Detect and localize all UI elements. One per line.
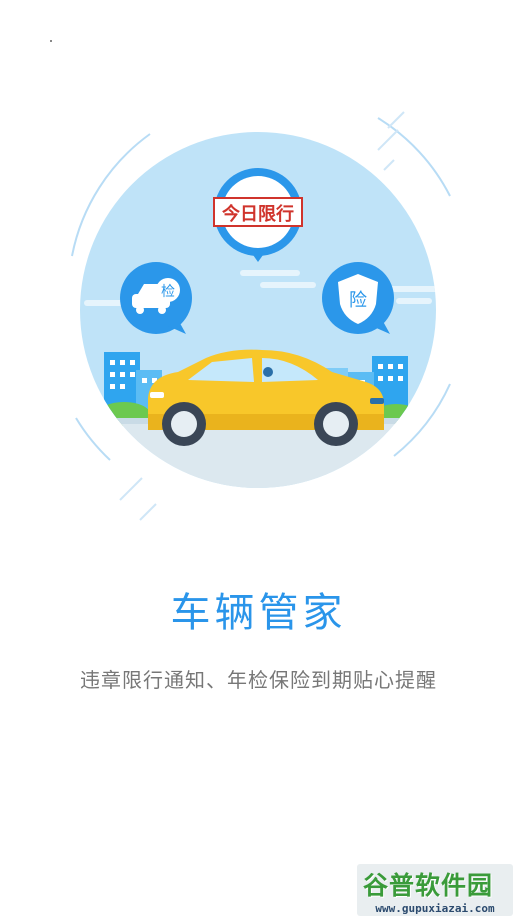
inspection-label: 检 bbox=[161, 284, 175, 300]
watermark: 谷普软件园 www.gupuxiazai.com bbox=[357, 864, 513, 916]
watermark-brand: 谷普软件园 bbox=[363, 871, 494, 900]
bubble-insurance: 险 bbox=[322, 262, 394, 334]
road bbox=[80, 420, 436, 488]
insurance-label: 险 bbox=[349, 290, 367, 311]
car-illustration: 今日限行 检 险 bbox=[71, 111, 451, 521]
bubble-restriction-text: 今日限行 bbox=[222, 203, 294, 225]
watermark-url: www.gupuxiazai.com bbox=[375, 902, 495, 915]
bubble-inspection: 检 bbox=[120, 262, 192, 334]
page-subtitle: 违章限行通知、年检保险到期贴心提醒 bbox=[80, 668, 437, 692]
page-title: 车辆管家 bbox=[170, 590, 347, 636]
